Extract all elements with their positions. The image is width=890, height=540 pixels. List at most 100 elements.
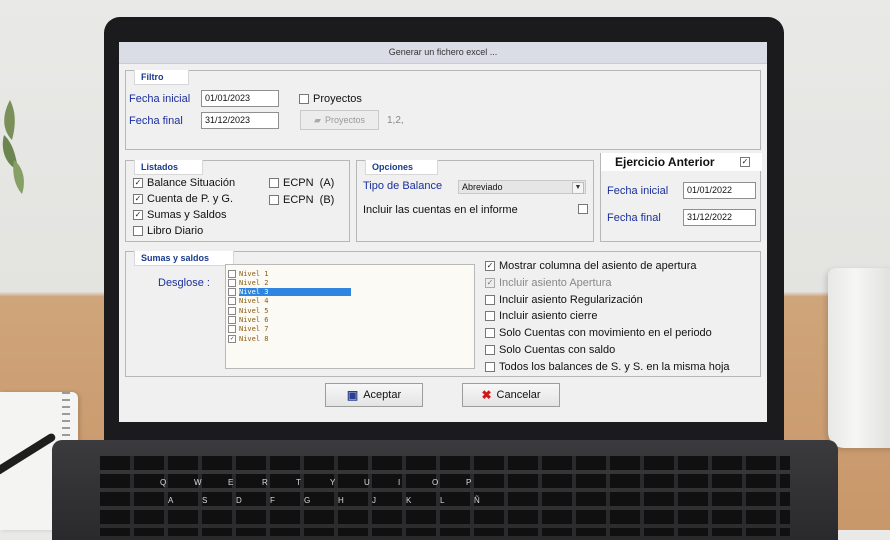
sumas-option-checkbox[interactable]: Solo Cuentas con saldo <box>485 344 615 356</box>
cancelar-button[interactable]: ✖ Cancelar <box>462 383 560 407</box>
keyboard-key-label: S <box>202 496 208 505</box>
sumas-option-label: Mostrar columna del asiento de apertura <box>499 260 697 272</box>
nivel-list-item[interactable]: Nivel 7 <box>228 325 269 334</box>
listado-cuenta-pyg[interactable]: ✓ Cuenta de P. y G. <box>133 193 233 205</box>
listado-label: Balance Situación <box>147 177 236 189</box>
filtro-title: Filtro <box>134 70 189 85</box>
keyboard-key-label: E <box>228 478 234 487</box>
nivel-checkbox-box[interactable] <box>228 278 236 287</box>
listado-checkbox-box[interactable]: ✓ <box>133 178 143 188</box>
sumas-option-checkbox[interactable]: Incluir asiento cierre <box>485 310 597 322</box>
keyboard-key-label: U <box>364 478 370 487</box>
nivel-checkbox-box[interactable] <box>228 325 236 334</box>
nivel-checkbox-box[interactable] <box>228 306 236 315</box>
sumas-option-box[interactable] <box>485 345 495 355</box>
ejercicio-fecha-final-input[interactable]: 31/12/2022 <box>683 209 756 226</box>
ejercicio-anterior-box[interactable]: ✓ <box>740 157 750 167</box>
nivel-checkbox-box[interactable] <box>228 297 236 306</box>
sumas-option-label: Incluir asiento Regularización <box>499 293 643 306</box>
sumas-option-label: Todos los balances de S. y S. en la mism… <box>499 360 730 373</box>
listado-sumas-saldos[interactable]: ✓ Sumas y Saldos <box>133 209 226 221</box>
ejercicio-fecha-inicial-input[interactable]: 01/01/2022 <box>683 182 756 199</box>
sumas-saldos-title: Sumas y saldos <box>134 251 235 266</box>
listado-label: ECPN (B) <box>283 194 335 206</box>
listado-label: Cuenta de P. y G. <box>147 193 234 205</box>
sumas-option-box[interactable] <box>485 328 495 339</box>
nivel-label: Nivel 4 <box>239 297 269 306</box>
listado-libro-diario[interactable]: Libro Diario <box>133 225 203 237</box>
sumas-option-box[interactable] <box>485 361 495 372</box>
nivel-list-item[interactable]: Nivel 3 <box>228 288 351 297</box>
nivel-list-item[interactable]: Nivel 5 <box>228 306 269 315</box>
sumas-option-checkbox[interactable]: ✓ Mostrar columna del asiento de apertura <box>485 260 697 272</box>
nivel-list-item[interactable]: Nivel 2 <box>228 278 269 287</box>
ejercicio-anterior-title: Ejercicio Anterior <box>601 153 762 171</box>
listado-label: ECPN (A) <box>283 177 335 189</box>
keyboard-key-label: D <box>236 496 242 505</box>
tipo-balance-value: Abreviado <box>462 182 503 192</box>
listados-title: Listados <box>134 160 204 175</box>
fecha-inicial-label: Fecha inicial <box>129 93 191 105</box>
ejercicio-fecha-final-label: Fecha final <box>607 212 661 224</box>
opciones-title: Opciones <box>365 160 439 175</box>
sumas-option-checkbox[interactable]: Todos los balances de S. y S. en la mism… <box>485 361 730 373</box>
listado-checkbox-box[interactable] <box>269 195 279 205</box>
nivel-checkbox-box[interactable]: ✓ <box>228 334 236 343</box>
coffee-mug-decoration <box>828 268 890 448</box>
desglose-label: Desglose : <box>158 277 210 289</box>
keyboard-key-label: A <box>168 496 174 505</box>
keyboard-key-label: T <box>296 478 301 487</box>
proyectos-checkbox-box[interactable] <box>299 94 309 104</box>
proyectos-button[interactable]: ▰ Proyectos <box>300 110 379 130</box>
listado-label: Libro Diario <box>147 225 204 237</box>
keyboard-labels: Q W E R T Y U I O P A S D F G H J K L Ñ <box>100 456 790 536</box>
incluir-cuentas-box[interactable] <box>578 204 588 214</box>
ejercicio-anterior-checkbox[interactable]: ✓ <box>740 157 754 167</box>
nivel-label: Nivel 8 <box>239 334 269 343</box>
nivel-label: Nivel 1 <box>239 269 269 278</box>
nivel-checkbox-box[interactable] <box>228 316 236 324</box>
proyectos-checkbox[interactable]: Proyectos <box>299 93 362 105</box>
tipo-balance-select[interactable]: Abreviado ▼ <box>458 180 586 194</box>
keyboard-key-label: Ñ <box>474 496 480 505</box>
nivel-checkbox-box[interactable] <box>228 269 236 278</box>
listado-checkbox-box[interactable] <box>133 226 143 236</box>
keyboard-key-label: Q <box>160 478 167 487</box>
incluir-cuentas-label: Incluir las cuentas en el informe <box>363 204 518 216</box>
listado-checkbox-box[interactable]: ✓ <box>133 210 143 220</box>
fecha-final-input[interactable]: 31/12/2023 <box>201 112 279 129</box>
nivel-list-item[interactable]: Nivel 4 <box>228 297 269 306</box>
keyboard-key-label: I <box>398 478 401 487</box>
ejercicio-fecha-inicial-label: Fecha inicial <box>607 185 669 197</box>
keyboard-key-label: Y <box>330 478 336 487</box>
sumas-option-label: Solo Cuentas con saldo <box>499 344 616 356</box>
dialog-title: Generar un fichero excel ... <box>119 42 767 64</box>
sumas-option-box[interactable]: ✓ <box>485 261 495 271</box>
listado-ecpn-b[interactable]: ECPN (B) <box>269 194 334 206</box>
sumas-option-box[interactable] <box>485 294 495 305</box>
nivel-list-item[interactable]: Nivel 1 <box>228 269 269 278</box>
fecha-inicial-input[interactable]: 01/01/2023 <box>201 90 279 107</box>
nivel-label: Nivel 6 <box>239 316 269 324</box>
sumas-option-label: Incluir asiento cierre <box>499 310 598 323</box>
aceptar-button[interactable]: ▣ Aceptar <box>325 383 423 407</box>
niveles-listbox[interactable]: Nivel 1 Nivel 2 Nivel 3 Nivel 4 Nivel 5 Nivel… <box>225 264 475 369</box>
dropdown-arrow-icon[interactable]: ▼ <box>572 182 584 194</box>
listado-checkbox-box[interactable]: ✓ <box>133 194 143 204</box>
nivel-list-item[interactable]: Nivel 6 <box>228 316 269 325</box>
keyboard-key-label: H <box>338 496 344 505</box>
keyboard-key-label: O <box>432 478 439 487</box>
keyboard-key-label: F <box>270 496 275 505</box>
listado-balance-situacion[interactable]: ✓ Balance Situación <box>133 177 235 189</box>
sumas-option-label: Solo Cuentas con movimiento en el period… <box>499 327 712 340</box>
sumas-option-box[interactable] <box>485 311 495 322</box>
listado-ecpn-a[interactable]: ECPN (A) <box>269 177 334 189</box>
listado-checkbox-box[interactable] <box>269 178 279 188</box>
incluir-cuentas-checkbox[interactable] <box>578 204 592 214</box>
nivel-list-item[interactable]: ✓ Nivel 8 <box>228 334 269 343</box>
nivel-label: Nivel 7 <box>239 325 269 334</box>
nivel-checkbox-box[interactable] <box>228 288 236 297</box>
sumas-option-checkbox[interactable]: Incluir asiento Regularización <box>485 294 643 306</box>
sumas-option-checkbox[interactable]: Solo Cuentas con movimiento en el period… <box>485 327 712 339</box>
dialog-window: Generar un fichero excel ... Filtro Fech… <box>119 42 767 422</box>
